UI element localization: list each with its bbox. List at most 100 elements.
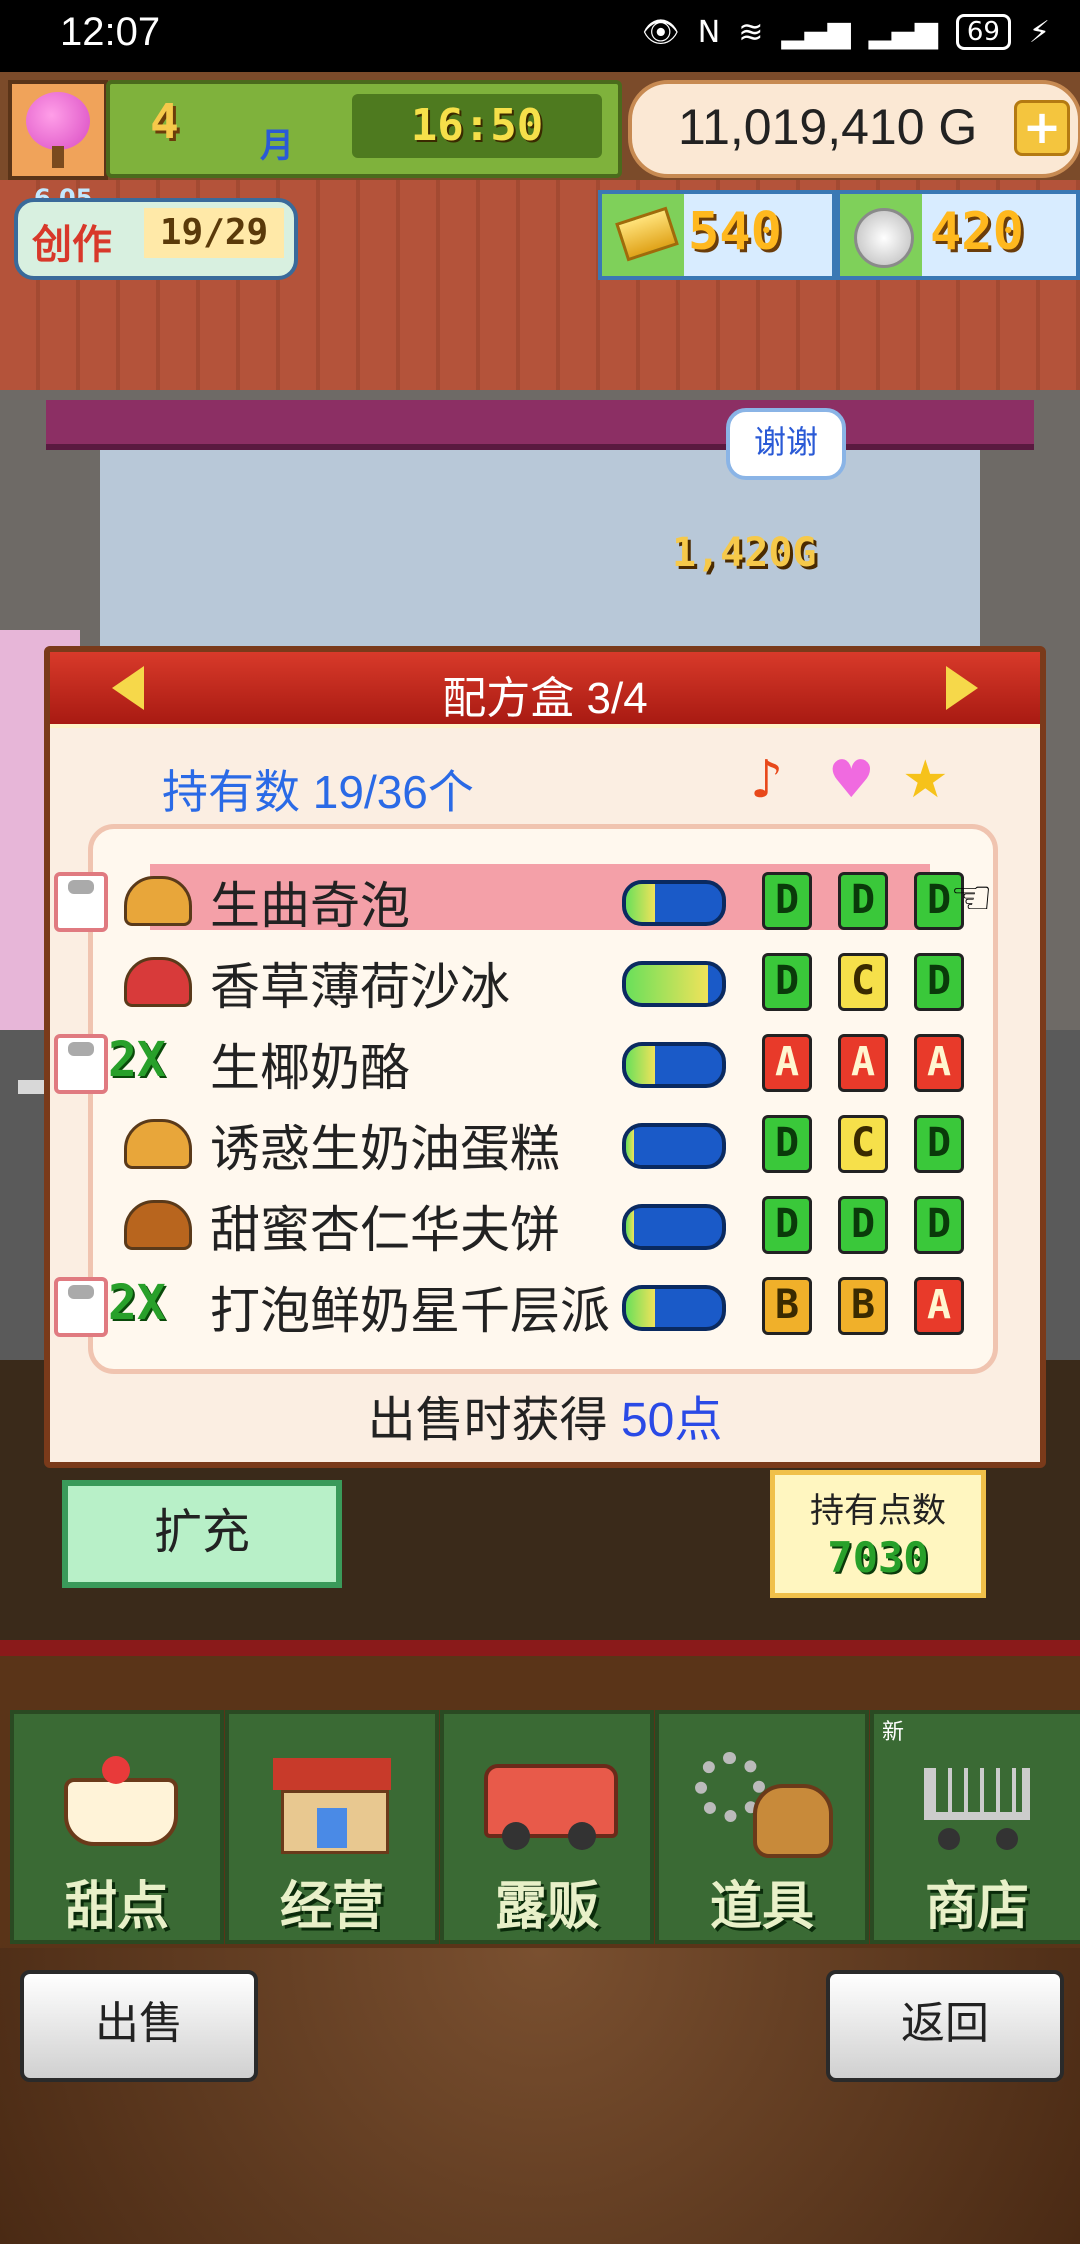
recipe-name: 香草薄荷沙冰 <box>210 959 510 1015</box>
sale-amount: 1,420G <box>672 530 817 576</box>
double-bonus-icon: 2X <box>108 1275 166 1331</box>
chef-icon <box>54 1034 108 1094</box>
nav-food-truck[interactable]: 露贩 <box>440 1710 654 1944</box>
earn-points-text: 出售时获得 50点 <box>50 1380 1040 1450</box>
status-bar: 12:07 👁 N ≋ ▂▄▆ ▂▄▆ 69 ⚡ <box>0 0 1080 72</box>
recipe-name: 打泡鲜奶星千层派 <box>210 1283 610 1339</box>
recipe-row[interactable]: 诱惑生奶油蛋糕 D C D <box>50 1103 1040 1183</box>
nav-label: 露贩 <box>494 1877 599 1937</box>
cart-icon <box>904 1738 1050 1858</box>
battery-icon: 69 <box>955 14 1011 50</box>
recipe-name: 生曲奇泡 <box>210 878 410 934</box>
shop-awning <box>46 400 1034 450</box>
recipe-grade: D <box>838 1196 888 1254</box>
back-button[interactable]: 返回 <box>826 1970 1064 2082</box>
nav-label: 甜点 <box>64 1877 169 1937</box>
recipe-name: 甜蜜杏仁华夫饼 <box>210 1202 560 1258</box>
recipe-grade: A <box>914 1034 964 1092</box>
earn-points: 50点 <box>620 1394 723 1447</box>
music-note-icon: ♪ <box>750 750 784 810</box>
recipe-grade: C <box>838 1115 888 1173</box>
sell-button[interactable]: 出售 <box>20 1970 258 2082</box>
creation-counter[interactable]: 创作 19/29 <box>14 198 298 280</box>
recipe-grade: A <box>762 1034 812 1092</box>
nav-label: 商店 <box>924 1877 1029 1937</box>
recipe-row[interactable]: 2X 打泡鲜奶星千层派 B B A <box>50 1265 1040 1345</box>
nav-cake[interactable]: 甜点 <box>10 1710 224 1944</box>
recipe-level-gauge <box>622 1204 726 1250</box>
recipe-level-gauge <box>622 1123 726 1169</box>
recipe-grade: D <box>914 1196 964 1254</box>
shop-icon <box>259 1738 405 1858</box>
nav-label: 道具 <box>709 1877 814 1937</box>
points-value: 7030 <box>827 1533 929 1582</box>
recipe-grade: D <box>762 872 812 930</box>
recipe-row[interactable]: 生曲奇泡 D D D ☜ <box>50 860 1040 940</box>
recipe-level-gauge <box>622 1285 726 1331</box>
creation-count: 19/29 <box>144 208 284 258</box>
recipe-box-panel: 配方盒 3/4 持有数 19/36个 ♪ ♥ ★ 生曲奇泡 D D D ☜ 香草薄荷沙冰 D… <box>44 646 1046 1468</box>
gold-bar-counter: 540 <box>598 190 836 280</box>
recipe-level-gauge <box>622 1042 726 1088</box>
expand-button[interactable]: 扩充 <box>62 1480 342 1588</box>
nav-shop[interactable]: 经营 <box>225 1710 439 1944</box>
coin-counter: 420 <box>836 190 1080 280</box>
dessert-icon <box>124 957 192 1007</box>
recipe-row[interactable]: 2X 生椰奶酪 A A A <box>50 1022 1040 1102</box>
dessert-icon <box>124 1200 192 1250</box>
add-gold-button[interactable]: + <box>1014 100 1070 156</box>
status-time: 12:07 <box>60 10 161 54</box>
shop-avatar[interactable] <box>8 80 108 180</box>
recipe-grade: C <box>838 953 888 1011</box>
eye-icon: 👁 <box>641 14 680 50</box>
chef-icon <box>54 872 108 932</box>
creation-label: 创作 <box>32 222 112 268</box>
chef-icon <box>54 1277 108 1337</box>
nfc-icon: N <box>697 14 721 50</box>
charging-icon: ⚡ <box>1028 14 1050 50</box>
owned-count: 持有数 19/36个 <box>162 766 474 818</box>
recipe-grade: D <box>762 1196 812 1254</box>
recipe-grade: D <box>762 953 812 1011</box>
recipe-grade: D <box>914 1115 964 1173</box>
game-clock: 16:50 <box>352 94 602 158</box>
gold-bar-count: 540 <box>688 202 782 262</box>
dessert-icon <box>124 876 192 926</box>
panel-title: 配方盒 3/4 <box>442 674 648 723</box>
gold-display: 11,019,410 G + <box>628 80 1080 178</box>
recipe-grade: D <box>914 953 964 1011</box>
recipe-name: 生椰奶酪 <box>210 1040 410 1096</box>
recipe-grade: B <box>838 1277 888 1335</box>
recipe-grade: B <box>762 1277 812 1335</box>
food-truck-icon <box>474 1738 620 1858</box>
recipe-level-gauge <box>622 961 726 1007</box>
panel-header: 配方盒 3/4 <box>50 652 1040 728</box>
dessert-icon <box>124 1119 192 1169</box>
star-icon: ★ <box>902 750 949 810</box>
recipe-row[interactable]: 香草薄荷沙冰 D C D <box>50 941 1040 1021</box>
points-label: 持有点数 <box>810 1491 946 1531</box>
month-number: 4 <box>150 94 179 150</box>
recipe-level-gauge <box>622 880 726 926</box>
pointer-hand-icon: ☜ <box>950 870 994 926</box>
nav-cart[interactable]: 商店 新 <box>870 1710 1080 1944</box>
coin-icon <box>854 208 914 268</box>
tree-trunk <box>52 146 64 168</box>
status-icons: 👁 N ≋ ▂▄▆ ▂▄▆ 69 ⚡ <box>642 14 1050 50</box>
points-box: 持有点数 7030 <box>770 1470 986 1598</box>
coin-count: 420 <box>930 202 1024 262</box>
nav-gear-bag[interactable]: 道具 <box>655 1710 869 1944</box>
new-badge: 新 <box>882 1720 905 1745</box>
double-bonus-icon: 2X <box>108 1032 166 1088</box>
recipe-grade: D <box>762 1115 812 1173</box>
recipe-grade: A <box>914 1277 964 1335</box>
gold-amount: 11,019,410 G <box>678 99 978 155</box>
earn-prefix: 出售时获得 <box>367 1394 608 1447</box>
wifi-icon: ≋ <box>738 14 764 50</box>
gear-bag-icon <box>689 1738 835 1858</box>
next-page-icon[interactable] <box>946 666 978 710</box>
date-panel: 4 月 16:50 <box>106 80 622 178</box>
thanks-bubble: 谢谢 <box>726 408 846 480</box>
heart-icon: ♥ <box>828 750 875 810</box>
recipe-row[interactable]: 甜蜜杏仁华夫饼 D D D <box>50 1184 1040 1264</box>
